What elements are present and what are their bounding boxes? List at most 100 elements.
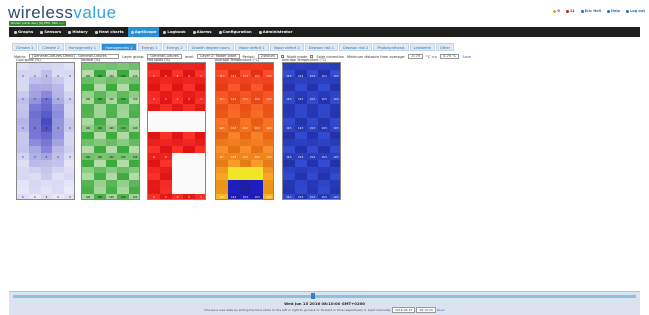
logout-icon [626, 9, 630, 13]
heatmap-value: 0 [164, 126, 167, 130]
heatmap-value: 100 [85, 126, 91, 130]
period-select[interactable]: 24hours [257, 54, 278, 59]
heatmap-value: 100 [121, 97, 126, 101]
heatmap-value: 19.5 [321, 126, 327, 130]
heatmap-value: 19.5 [242, 97, 249, 101]
heatmap-value: 100 [97, 196, 102, 200]
matrix-select[interactable]: [GeneralCultures Demo] - GeneralCultures [29, 54, 120, 59]
heatmap-value: 0 [45, 74, 48, 78]
nav-item-logbook[interactable]: Logbook [160, 27, 188, 37]
alarm-count[interactable]: 11 [565, 9, 575, 13]
app-logo[interactable]: wirelessvalue [8, 4, 117, 21]
help-link[interactable]: Help [607, 9, 620, 13]
current-datetime: Wed Jun 15 2016 08:10:00 GMT+0200 [284, 301, 365, 306]
heatmap-value: 19.5 [231, 97, 237, 101]
plant-icon [130, 30, 134, 34]
heatmap-value: 19.5 [333, 74, 339, 78]
nav-item-administrator[interactable]: Administrator [256, 27, 296, 37]
heatmap-value: 19.5 [219, 196, 225, 200]
range-separator: °C <> [426, 54, 438, 59]
show-button[interactable]: show [437, 308, 445, 312]
tab-growth-degree-hours[interactable]: Growth degree hours [187, 43, 234, 51]
heatmap-value: 0 [153, 196, 155, 200]
tab-photosynthesis[interactable]: Photosynthesis [373, 43, 409, 51]
heatmap-value: 0 [188, 97, 191, 101]
max-value-input[interactable]: 0.75 °C [440, 54, 460, 59]
nav-item-graphs[interactable]: Graphs [11, 27, 36, 37]
min-value-input[interactable]: -0.75 [408, 54, 424, 59]
heatmap-value: 0 [188, 126, 191, 130]
heatmap-value: 0 [22, 196, 24, 200]
heatmap-value: 19.5 [219, 126, 225, 130]
heatmap-value: 100 [109, 74, 114, 78]
time-slider[interactable] [13, 295, 636, 298]
bell-icon [192, 30, 196, 34]
heatmap-value: 0 [164, 155, 167, 159]
heatmap-value: 100 [85, 155, 91, 159]
heatmap-value: 0 [57, 196, 60, 200]
heatmap-value: 19.5 [286, 126, 292, 130]
tab-homogeneity-2[interactable]: Homogeneity 2 [101, 43, 137, 51]
nav-item-sensors[interactable]: Sensors [37, 27, 64, 37]
user-link[interactable]: Eric Hell [580, 9, 601, 13]
nav-item-agriscope[interactable]: AgriScope [127, 27, 160, 37]
heatmap-value: 0 [22, 155, 24, 159]
tab-dewson-risk-2[interactable]: Dewson risk 2 [339, 43, 373, 51]
heatmap-value: 100 [109, 155, 114, 159]
time-slider-handle[interactable] [311, 293, 315, 299]
user-status: Rinder (uknk dev) [S] PFD: SEA ••• [9, 21, 66, 26]
heatmap-value: 0 [69, 196, 71, 200]
heatmap-value: 100 [132, 155, 138, 159]
heatmap-value: 0 [57, 155, 60, 159]
nav-item-alarms[interactable]: Alarms [190, 27, 215, 37]
heatmap-value: 0 [200, 126, 202, 130]
heatmap-value: 0 [45, 126, 48, 130]
tab-homogeneity-1[interactable]: Homogeneity 1 [64, 43, 101, 51]
heatmap-value: 19.5 [309, 97, 316, 101]
nav-item-heat-charts[interactable]: Heat charts [92, 27, 127, 37]
notification-count[interactable]: 0 [553, 9, 560, 13]
tab-energy-1[interactable]: Energy 1 [137, 43, 162, 51]
flame-icon [94, 30, 98, 34]
logout-link[interactable]: Log out [626, 9, 645, 13]
save-link[interactable]: Save [462, 55, 471, 59]
warning-icon [553, 9, 557, 13]
heatmap-value: 19.5 [219, 155, 225, 159]
date-input[interactable]: 2016-06-15 [392, 307, 416, 313]
level-label: level: [184, 54, 195, 59]
footer-help: Choose a new date by sliding the time sl… [204, 307, 445, 313]
heatmap-value: 19.5 [231, 196, 237, 200]
tab-other[interactable]: Other [435, 43, 455, 51]
tab-vapor-deficit-2[interactable]: Vapor deficit 2 [269, 43, 304, 51]
heatmap-avg: Average Temperature (°C) 19.5 19.5 19.5 19.5… [215, 58, 274, 206]
nav-item-history[interactable]: History [65, 27, 91, 37]
tab-energy-2[interactable]: Energy 2 [162, 43, 187, 51]
tab-vapor-deficit-1[interactable]: Vapor deficit 1 [234, 43, 269, 51]
heatmap-value: 0 [188, 74, 191, 78]
heatmap-value: 0 [164, 74, 167, 78]
heatmap-value: 19.5 [231, 126, 237, 130]
heatmap-value: 100 [85, 74, 91, 78]
tab-bar: Climate 1 Climate 2 Homogeneity 1 Homogenei… [12, 43, 455, 51]
tab-climate-1[interactable]: Climate 1 [12, 43, 38, 51]
gear-icon [258, 30, 262, 34]
tab-leistleme[interactable]: Leistleme [409, 43, 435, 51]
heatmap-value: 19.5 [254, 74, 260, 78]
heatmap-value: 100 [121, 74, 126, 78]
heatmap-value: 19.5 [266, 74, 272, 78]
heatmap-value: 19.5 [242, 196, 249, 200]
top-links: 0 11 Eric Hell Help Log out [553, 9, 645, 13]
tab-climate-2[interactable]: Climate 2 [38, 43, 64, 51]
tab-dewson-risk-1[interactable]: Dewson risk 1 [304, 43, 339, 51]
heatmap-value: 0 [57, 97, 60, 101]
heatmap-value: 0 [57, 126, 60, 130]
time-input[interactable]: 08:10:00 [416, 307, 436, 313]
nav-item-configuration[interactable]: Configuration [216, 27, 255, 37]
heatmap-value: 19.5 [309, 196, 316, 200]
heatmap-value: 0 [153, 97, 155, 101]
heatmap-normal: Normal (%) 100 100 100 100 100 100 100 100 100 100… [81, 58, 140, 206]
layer-group-label: Layer group: [122, 54, 145, 59]
heatmap-value: 0 [33, 126, 36, 130]
heatmap-value: 19.5 [254, 97, 260, 101]
heatmap-hot: Hot spots (%) 0 0 0 0 0 0 0 0 0 0 0 0 0 0 0 0 0 0 0 0 0 0 0 0 0 [147, 58, 206, 206]
